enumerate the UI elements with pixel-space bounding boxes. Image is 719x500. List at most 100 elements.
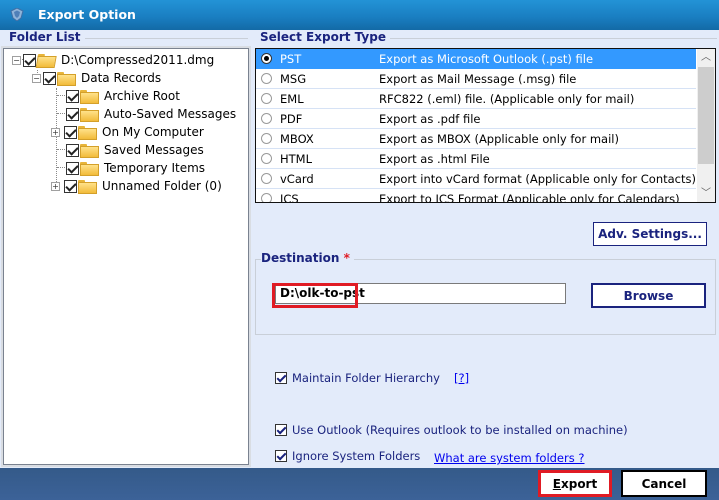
export-type-list[interactable]: PST Export as Microsoft Outlook (.pst) f…: [255, 48, 716, 203]
type-name: PDF: [280, 111, 303, 126]
tree-item-label: Temporary Items: [104, 161, 206, 175]
export-type-mbox[interactable]: MBOX Export as MBOX (Applicable only for…: [256, 129, 696, 149]
folder-tree[interactable]: − D:\Compressed2011.dmg − Data Records A…: [3, 48, 249, 465]
tree-item-label: D:\Compressed2011.dmg: [61, 53, 215, 67]
required-mark: *: [343, 251, 350, 265]
destination-label-text: Destination: [261, 251, 340, 265]
tree-item-temporary-items[interactable]: Temporary Items: [66, 159, 205, 177]
maintain-hierarchy-option[interactable]: Maintain Folder Hierarchy: [275, 371, 440, 385]
tree-item-label: Unnamed Folder (0): [102, 179, 222, 193]
ignore-system-label: Ignore System Folders: [292, 449, 421, 463]
tree-item-label: On My Computer: [102, 125, 204, 139]
vertical-scrollbar[interactable]: ︿ ﹀: [697, 49, 715, 202]
type-description: Export into vCard format (Applicable onl…: [379, 171, 696, 186]
tree-item-unnamed-folder[interactable]: + Unnamed Folder (0): [51, 177, 222, 195]
title-bar: Export Option: [0, 0, 719, 30]
export-type-html[interactable]: HTML Export as .html File: [256, 149, 696, 169]
radio[interactable]: [261, 193, 272, 202]
radio[interactable]: [261, 93, 272, 104]
type-description: Export as MBOX (Applicable only for mail…: [379, 131, 619, 146]
folder-icon: [78, 180, 97, 194]
folder-icon: [80, 162, 99, 176]
expand-icon[interactable]: +: [51, 127, 60, 137]
radio[interactable]: [261, 153, 272, 164]
tree-item-archive-root[interactable]: Archive Root: [66, 87, 180, 105]
use-outlook-option[interactable]: Use Outlook (Requires outlook to be inst…: [275, 423, 628, 437]
browse-button[interactable]: Browse: [591, 283, 706, 308]
app-shield-icon: [10, 8, 24, 21]
radio[interactable]: [261, 173, 272, 184]
maintain-hierarchy-checkbox[interactable]: [275, 372, 287, 384]
export-button[interactable]: Export: [538, 470, 612, 497]
open-folder-icon: [36, 54, 55, 66]
tree-item-label: Archive Root: [104, 89, 180, 103]
use-outlook-label: Use Outlook (Requires outlook to be inst…: [292, 423, 628, 437]
type-description: Export to ICS Format (Applicable only fo…: [379, 191, 680, 203]
tree-item-auto-saved[interactable]: Auto-Saved Messages: [66, 105, 236, 123]
tree-checkbox[interactable]: [66, 161, 79, 175]
tree-item-saved-messages[interactable]: Saved Messages: [66, 141, 204, 159]
export-type-msg[interactable]: MSG Export as Mail Message (.msg) file: [256, 69, 696, 89]
type-description: RFC822 (.eml) file. (Applicable only for…: [379, 91, 635, 106]
type-name: EML: [280, 91, 304, 106]
radio-selected[interactable]: [261, 53, 272, 64]
tree-checkbox[interactable]: [66, 89, 79, 103]
cancel-button[interactable]: Cancel: [621, 470, 707, 497]
export-accelerator: E: [552, 476, 561, 491]
radio[interactable]: [261, 133, 272, 144]
type-description: Export as Microsoft Outlook (.pst) file: [379, 51, 594, 66]
export-label: xport: [560, 476, 598, 491]
radio[interactable]: [261, 113, 272, 124]
type-name: HTML: [280, 151, 313, 166]
export-type-vcard[interactable]: vCard Export into vCard format (Applicab…: [256, 169, 696, 189]
use-outlook-checkbox[interactable]: [275, 424, 287, 436]
destination-label: Destination *: [261, 251, 354, 265]
system-folders-help-link[interactable]: What are system folders ?: [434, 451, 585, 465]
export-type-divider: [355, 38, 717, 39]
maintain-hierarchy-label: Maintain Folder Hierarchy: [292, 371, 440, 385]
destination-input[interactable]: D:\olk-to-pst: [275, 283, 566, 304]
type-name: MBOX: [280, 131, 314, 146]
scroll-up-icon[interactable]: ︿: [697, 49, 715, 66]
tree-checkbox[interactable]: [23, 53, 36, 67]
ignore-system-option[interactable]: Ignore System Folders: [275, 449, 420, 463]
tree-checkbox[interactable]: [64, 179, 77, 193]
data-store-icon: [57, 72, 76, 86]
tree-checkbox[interactable]: [43, 71, 56, 85]
adv-settings-button[interactable]: Adv. Settings...: [593, 222, 707, 246]
folder-icon: [80, 108, 99, 122]
type-name: vCard: [280, 171, 314, 186]
export-type-pdf[interactable]: PDF Export as .pdf file: [256, 109, 696, 129]
tree-item-on-my-computer[interactable]: + On My Computer: [51, 123, 204, 141]
tree-item-data-records[interactable]: − Data Records: [32, 69, 161, 87]
folder-icon: [78, 126, 97, 140]
window-title: Export Option: [38, 7, 136, 22]
expand-icon[interactable]: +: [51, 181, 60, 191]
folder-icon: [80, 90, 99, 104]
type-name: MSG: [280, 71, 307, 86]
tree-checkbox[interactable]: [64, 125, 77, 139]
type-description: Export as .pdf file: [379, 111, 481, 126]
tree-item-label: Saved Messages: [104, 143, 204, 157]
tree-checkbox[interactable]: [66, 143, 79, 157]
scroll-down-icon[interactable]: ﹀: [697, 185, 715, 202]
folder-list-divider: [70, 38, 248, 39]
hierarchy-help-link[interactable]: [?]: [454, 371, 469, 385]
tree-item-label: Data Records: [81, 71, 162, 85]
export-type-ics[interactable]: ICS Export to ICS Format (Applicable onl…: [256, 189, 696, 203]
export-type-pst[interactable]: PST Export as Microsoft Outlook (.pst) f…: [256, 49, 696, 69]
export-type-eml[interactable]: EML RFC822 (.eml) file. (Applicable only…: [256, 89, 696, 109]
radio[interactable]: [261, 73, 272, 84]
tree-item-label: Auto-Saved Messages: [104, 107, 237, 121]
type-name: ICS: [280, 191, 299, 203]
collapse-icon[interactable]: −: [12, 55, 21, 65]
scroll-thumb[interactable]: [698, 67, 714, 164]
type-description: Export as .html File: [379, 151, 490, 166]
tree-item-root[interactable]: − D:\Compressed2011.dmg: [12, 51, 214, 69]
tree-checkbox[interactable]: [66, 107, 79, 121]
ignore-system-checkbox[interactable]: [275, 450, 287, 462]
export-type-label: Select Export Type: [260, 30, 390, 44]
collapse-icon[interactable]: −: [32, 73, 41, 83]
folder-icon: [80, 144, 99, 158]
folder-list-label: Folder List: [9, 30, 85, 44]
